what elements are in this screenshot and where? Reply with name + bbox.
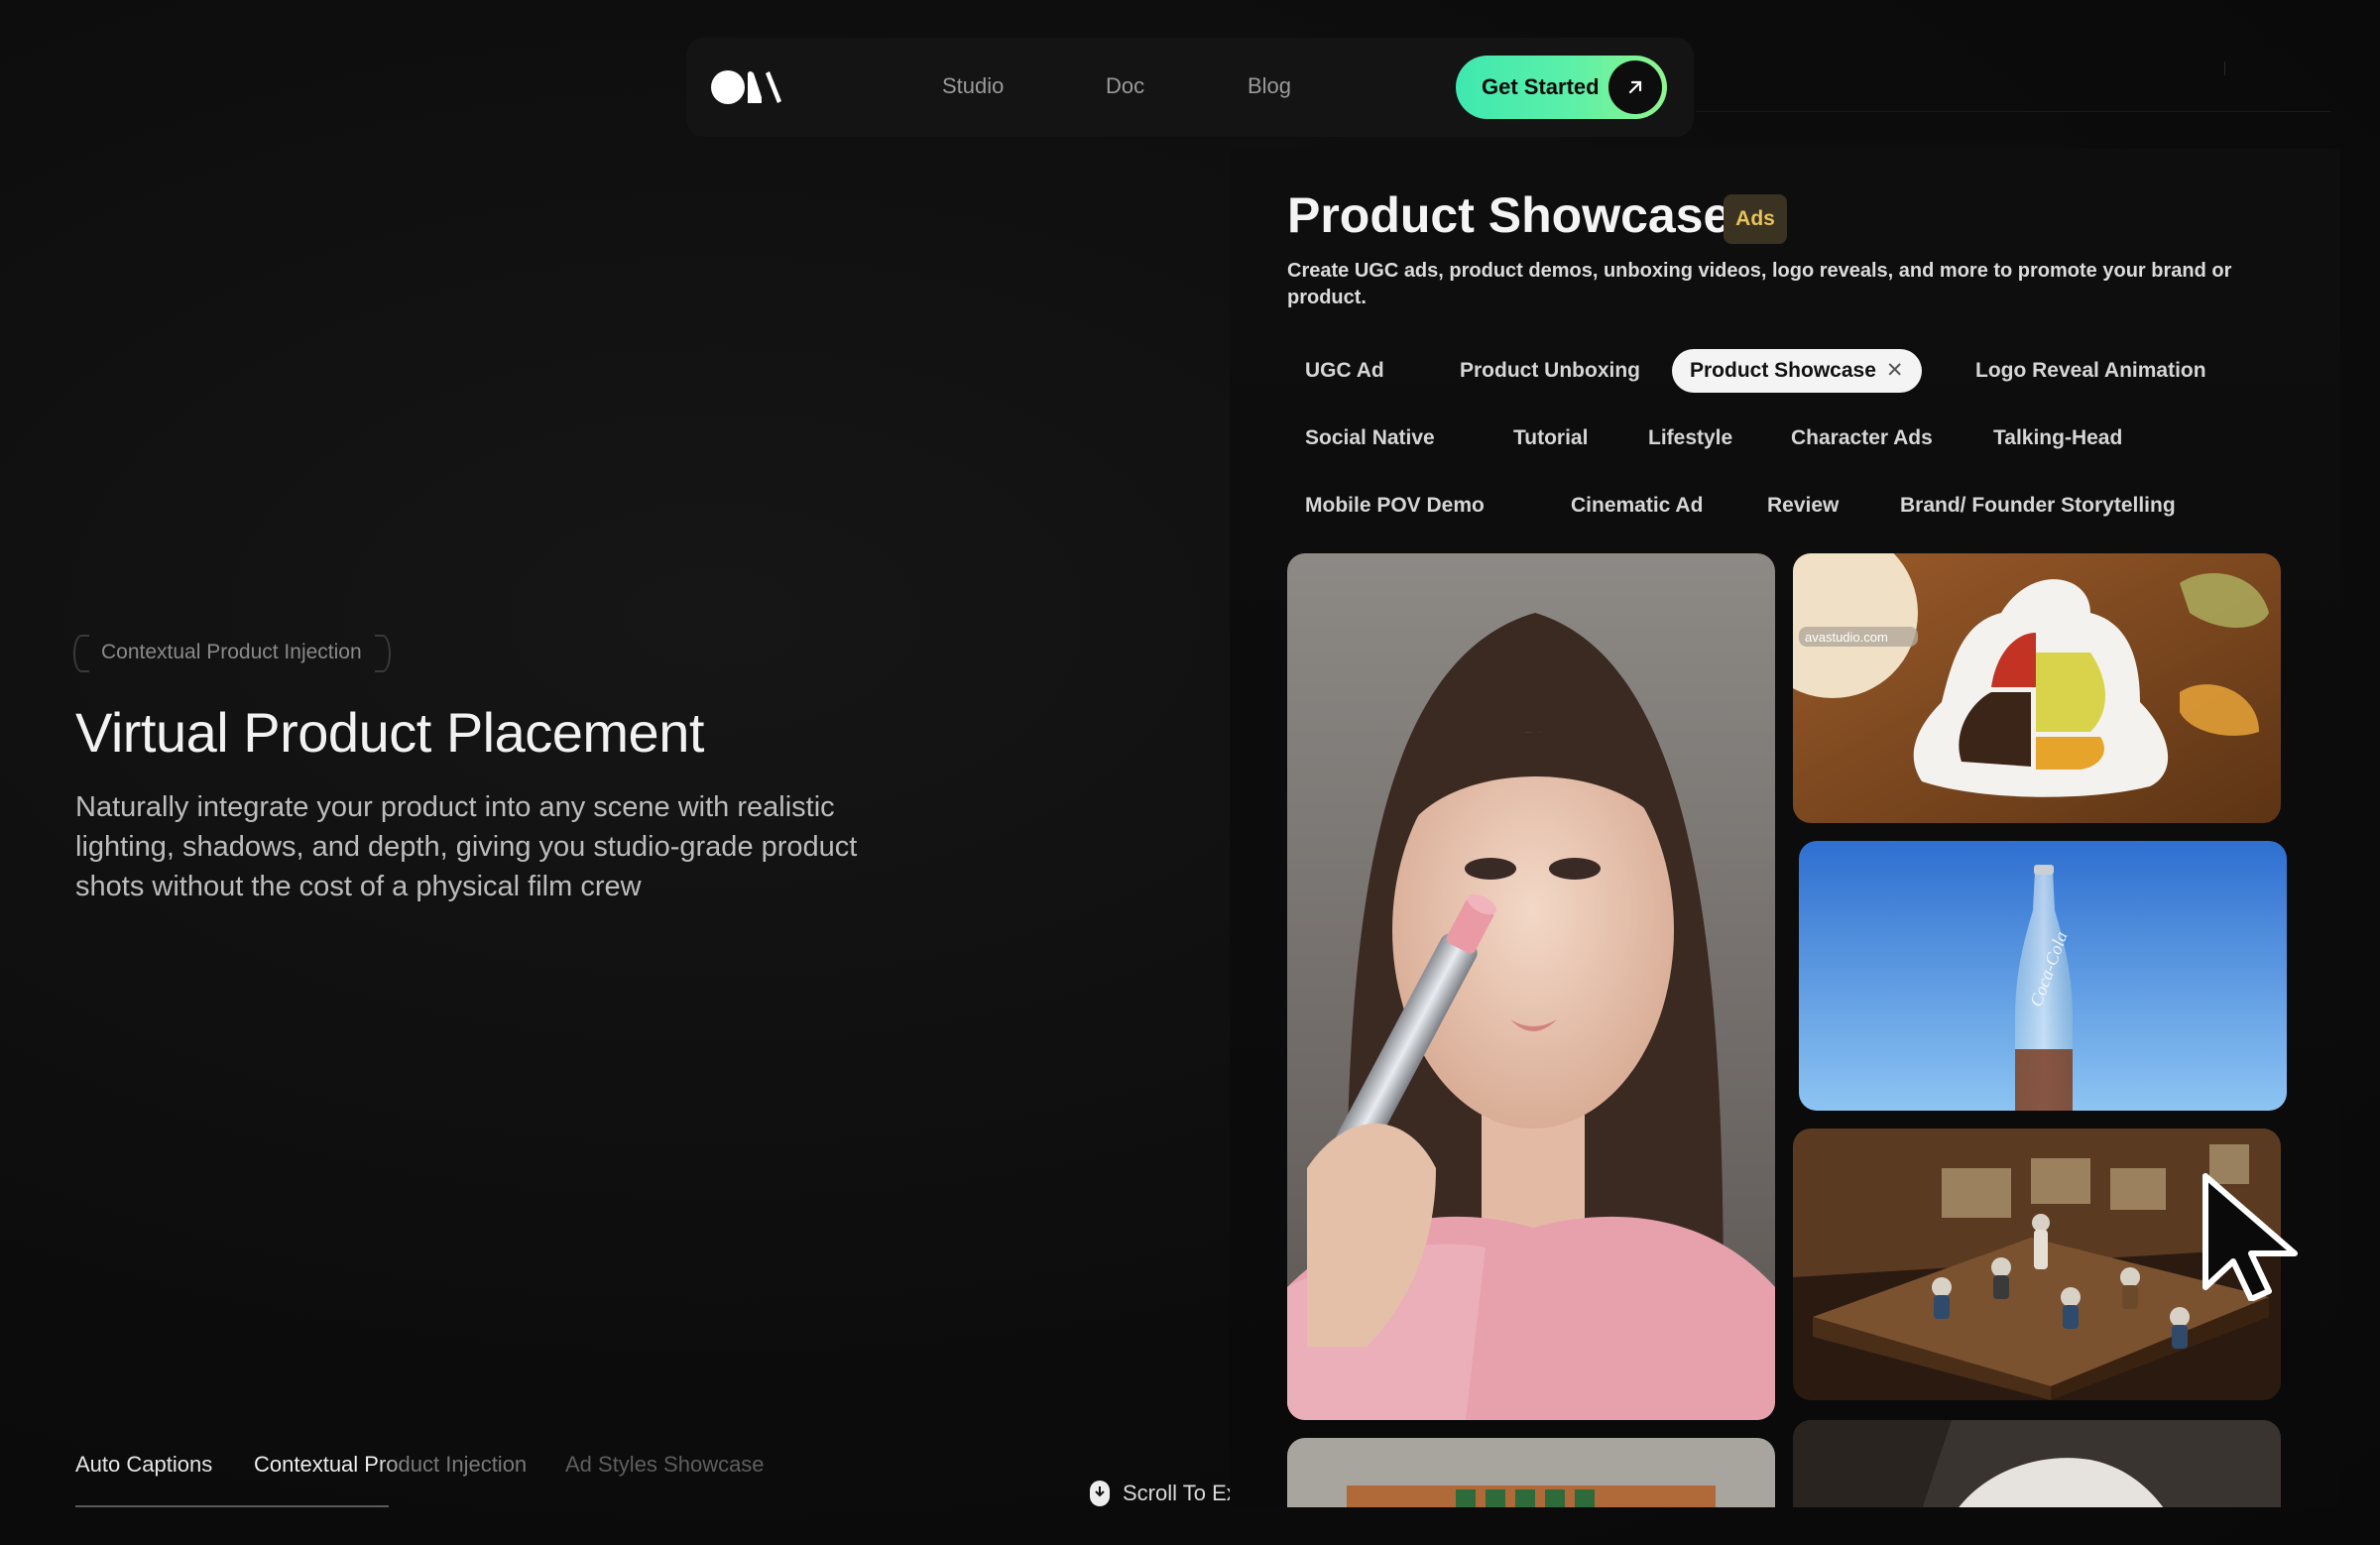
section-pill: Contextual Product Injection bbox=[73, 633, 391, 672]
media-tile-partial-left[interactable] bbox=[1287, 1438, 1775, 1507]
showcase-description: Create UGC ads, product demos, unboxing … bbox=[1287, 260, 2232, 308]
chip-brand-founder-storytelling[interactable]: Brand/ Founder Storytelling bbox=[1882, 484, 2194, 528]
chip-product-showcase-label: Product Showcase bbox=[1690, 359, 1876, 382]
header-divider bbox=[1696, 111, 2330, 112]
mouse-icon bbox=[1090, 1481, 1110, 1506]
get-started-button[interactable]: Get Started bbox=[1456, 56, 1667, 119]
media-tile-partial-right[interactable] bbox=[1793, 1420, 2281, 1507]
bottle-sky-image: Coca-Cola bbox=[1799, 841, 2287, 1111]
chip-mobile-pov-demo[interactable]: Mobile POV Demo bbox=[1287, 484, 1502, 528]
hero-description: Naturally integrate your product into an… bbox=[75, 791, 858, 902]
top-navbar: Studio Doc Blog Get Started bbox=[686, 38, 1694, 137]
showcase-panel: Product Showcase Ads Create UGC ads, pro… bbox=[1230, 149, 2340, 1507]
tab-contextual-product-injection[interactable]: Contextual Product Injection bbox=[254, 1452, 527, 1478]
chip-review[interactable]: Review bbox=[1749, 484, 1856, 528]
nav-link-doc[interactable]: Doc bbox=[1106, 73, 1144, 99]
close-icon[interactable]: ✕ bbox=[1886, 359, 1904, 382]
nav-link-blog[interactable]: Blog bbox=[1248, 73, 1291, 99]
chip-product-showcase[interactable]: Product Showcase ✕ bbox=[1672, 349, 1922, 393]
arrow-up-right-icon bbox=[1608, 60, 1662, 114]
tab-progress-line bbox=[75, 1505, 389, 1507]
chip-character-ads[interactable]: Character Ads bbox=[1773, 416, 1951, 460]
mouse-cursor-icon bbox=[2202, 1173, 2298, 1301]
tab-ad-styles-showcase[interactable]: Ad Styles Showcase bbox=[565, 1452, 765, 1478]
watermark-text: avastudio.com bbox=[1805, 630, 1888, 645]
chip-cinematic-ad[interactable]: Cinematic Ad bbox=[1553, 484, 1721, 528]
tab-auto-captions[interactable]: Auto Captions bbox=[75, 1452, 212, 1478]
nav-link-studio[interactable]: Studio bbox=[942, 73, 1004, 99]
media-tile-food-plate[interactable]: avastudio.com bbox=[1793, 553, 2281, 823]
chip-ugc-ad[interactable]: UGC Ad bbox=[1287, 349, 1402, 393]
chip-social-native[interactable]: Social Native bbox=[1287, 416, 1453, 460]
showcase-title: Product Showcase bbox=[1287, 187, 1731, 243]
chip-lifestyle[interactable]: Lifestyle bbox=[1630, 416, 1750, 460]
partial-left-image bbox=[1287, 1438, 1775, 1507]
ads-badge: Ads bbox=[1724, 194, 1787, 244]
chip-logo-reveal-animation[interactable]: Logo Reveal Animation bbox=[1958, 349, 2224, 393]
media-tile-bottle-sky[interactable]: Coca-Cola bbox=[1799, 841, 2287, 1111]
chip-tutorial[interactable]: Tutorial bbox=[1495, 416, 1606, 460]
partial-right-image bbox=[1793, 1420, 2281, 1507]
media-tile-lipstick-portrait[interactable] bbox=[1287, 553, 1775, 1420]
hero-title: Virtual Product Placement bbox=[75, 701, 704, 764]
chip-talking-head[interactable]: Talking-Head bbox=[1975, 416, 2140, 460]
food-plate-image: avastudio.com bbox=[1793, 553, 2281, 823]
brand-logo-icon[interactable] bbox=[710, 67, 783, 107]
get-started-label: Get Started bbox=[1482, 74, 1600, 99]
header-tick bbox=[2224, 61, 2225, 75]
chip-product-unboxing[interactable]: Product Unboxing bbox=[1442, 349, 1658, 393]
portrait-image bbox=[1287, 553, 1775, 1420]
